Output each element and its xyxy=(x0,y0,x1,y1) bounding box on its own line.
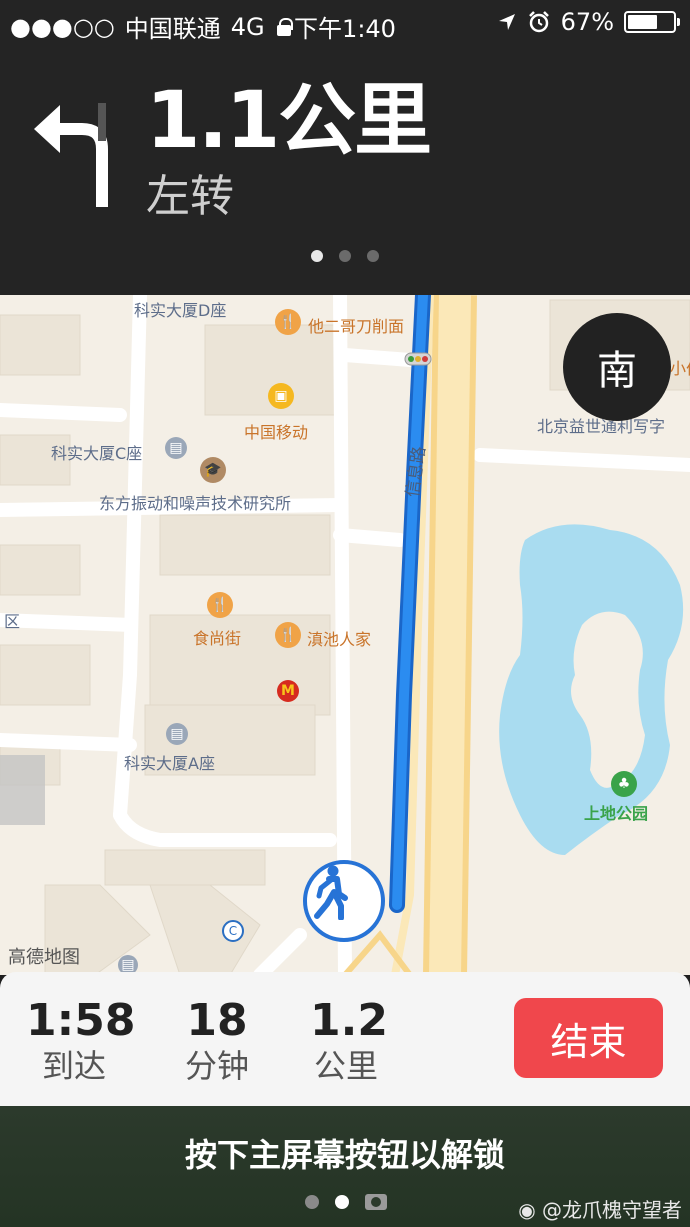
walking-person-icon xyxy=(314,865,348,920)
label-bldg-a[interactable]: 科实大厦A座 xyxy=(124,750,215,774)
restaurant-icon-food-street[interactable]: 🍴 xyxy=(207,592,233,618)
banner-page-dot[interactable] xyxy=(367,250,379,262)
turn-distance: 1.1公里 xyxy=(146,76,432,166)
turn-left-icon xyxy=(34,103,108,207)
trip-summary-panel: 1:58 到达 18 分钟 1.2 公里 结束 xyxy=(0,972,690,1106)
distance-value: 1.2 xyxy=(310,995,388,1046)
arrival-time: 1:58 xyxy=(26,995,136,1046)
office-building-icon-a[interactable]: ▤ xyxy=(166,723,188,745)
label-food-street[interactable]: 食尚街 xyxy=(193,625,241,649)
label-restaurant-tage[interactable]: 他二哥刀削面 xyxy=(308,313,404,337)
minutes-value: 18 xyxy=(186,995,248,1046)
label-china-mobile[interactable]: 中国移动 xyxy=(244,419,308,443)
map-brand: 高德地图 xyxy=(8,947,80,968)
battery-percent: 67% xyxy=(560,8,614,36)
page-dot-active[interactable] xyxy=(335,1195,349,1209)
battery-icon xyxy=(624,11,680,33)
battery-fill xyxy=(628,15,658,29)
label-district[interactable]: 区 xyxy=(4,608,20,632)
page-dot[interactable] xyxy=(305,1195,319,1209)
camera-icon[interactable] xyxy=(365,1194,387,1210)
restaurant-icon[interactable]: 🍴 xyxy=(275,309,301,335)
restaurant-icon-dianchi[interactable]: 🍴 xyxy=(275,622,301,648)
label-bldg-c[interactable]: 科实大厦C座 xyxy=(51,440,142,464)
map-view[interactable]: 🍴 ▣ ▤ 🎓 🍴 🍴 M ▤ ♣ C ▤ 科实大厦D座 他二哥刀削面 中国移动… xyxy=(0,295,690,975)
unlock-hint: 按下主屏幕按钮以解锁 xyxy=(184,1136,505,1174)
status-bar: ●●●○○ 中国联通 4G 下午1:40 67% xyxy=(0,0,690,46)
distance-label: 公里 xyxy=(313,1047,378,1085)
graduation-cap-icon[interactable]: 🎓 xyxy=(200,457,226,483)
minutes-label: 分钟 xyxy=(184,1047,249,1085)
label-bldg-d[interactable]: 科实大厦D座 xyxy=(134,297,226,321)
banner-page-dot[interactable] xyxy=(311,250,323,262)
arrival-label: 到达 xyxy=(41,1047,106,1085)
distance-stat: 1.2 公里 xyxy=(310,995,388,1086)
minutes-stat: 18 分钟 xyxy=(182,996,252,1086)
navigation-banner[interactable]: 1.1公里 左转 xyxy=(0,46,690,295)
weibo-icon: ◉ xyxy=(518,1198,536,1222)
weibo-watermark: ◉ @龙爪槐守望者 xyxy=(518,1194,682,1223)
office-building-icon[interactable]: ▤ xyxy=(165,437,187,459)
location-arrow-icon xyxy=(498,14,515,30)
shopping-bag-icon[interactable]: ▣ xyxy=(268,383,294,409)
banner-page-dot[interactable] xyxy=(339,250,351,262)
label-park[interactable]: 上地公园 xyxy=(584,800,648,824)
lockscreen-page-indicator[interactable] xyxy=(305,1194,387,1210)
status-right: 67% xyxy=(497,8,680,36)
banner-page-indicator[interactable] xyxy=(0,250,690,262)
mcdonalds-icon[interactable]: M xyxy=(277,680,299,702)
alarm-icon xyxy=(528,11,549,33)
end-button[interactable]: 结束 xyxy=(514,998,663,1078)
label-small-clip[interactable]: 小伯 xyxy=(670,355,690,379)
tree-icon[interactable]: ♣ xyxy=(611,771,637,797)
label-dianchi[interactable]: 滇池人家 xyxy=(307,626,371,650)
arrival-stat: 1:58 到达 xyxy=(26,995,136,1086)
current-location-walker[interactable] xyxy=(303,860,385,942)
turn-instruction: 左转 xyxy=(146,171,234,222)
lockscreen-strip: 按下主屏幕按钮以解锁 ◉ @龙爪槐守望者 xyxy=(0,1106,690,1227)
compass-button[interactable]: 南 xyxy=(563,313,671,421)
label-institute[interactable]: 东方振动和噪声技术研究所 xyxy=(99,490,291,514)
gas-station-icon[interactable]: C xyxy=(222,920,244,942)
watermark-text: @龙爪槐守望者 xyxy=(542,1198,682,1222)
